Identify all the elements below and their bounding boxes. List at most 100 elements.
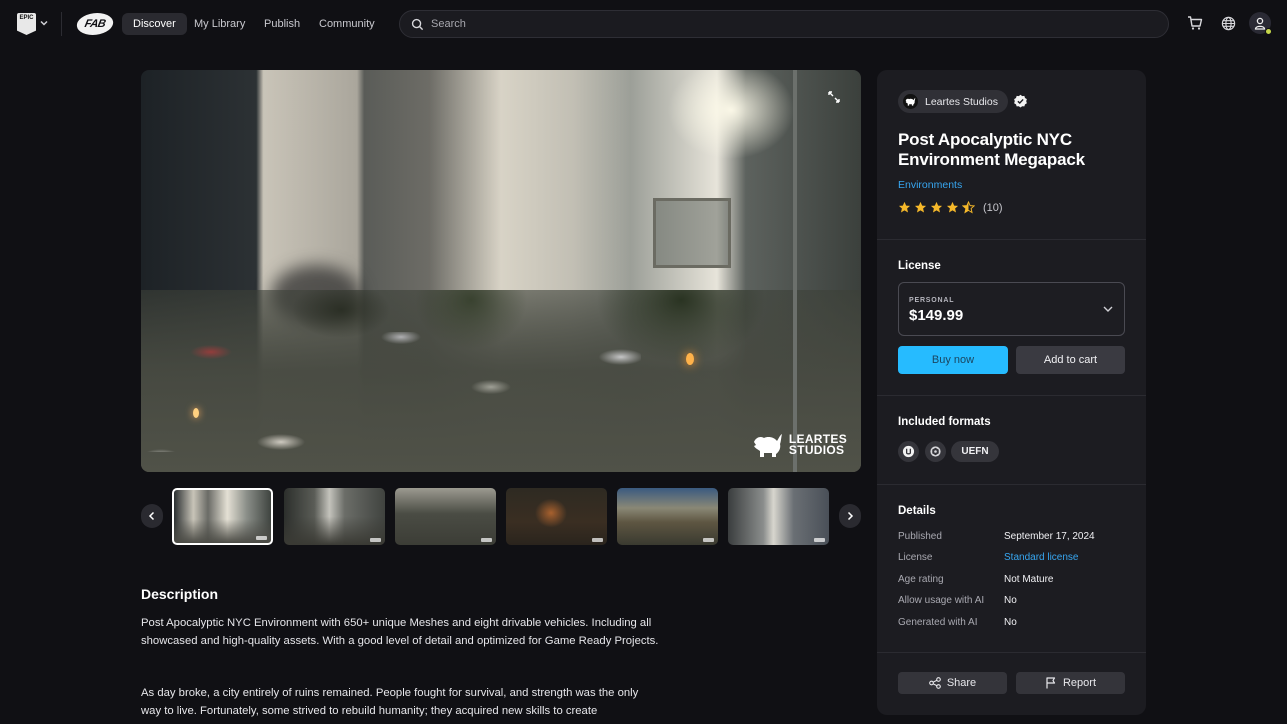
description-paragraph: Post Apocalyptic NYC Environment with 65…: [141, 617, 659, 647]
thumbnail-2[interactable]: [284, 488, 385, 545]
epic-logo-text: EPIC: [19, 15, 34, 21]
thumbnail-3[interactable]: [395, 488, 496, 545]
detail-label-age-rating: Age rating: [898, 574, 944, 585]
license-type: PERSONAL: [909, 297, 955, 304]
star-filled-icon: [946, 201, 959, 213]
nav-divider: [61, 12, 62, 36]
star-half-icon: [962, 201, 975, 214]
rating-count[interactable]: (10): [983, 202, 1003, 214]
product-side-panel: Leartes Studios Post Apocalyptic NYC Env…: [877, 70, 1146, 715]
thumbnail-watermark: [592, 538, 603, 542]
detail-value-ai-usage: No: [1004, 595, 1017, 606]
globe-icon: [1221, 16, 1235, 30]
chevron-down-icon: [1103, 306, 1113, 312]
star-rating: (10): [898, 201, 1003, 214]
thumbnail-1[interactable]: [172, 488, 273, 545]
carousel-prev-button[interactable]: [141, 504, 163, 528]
seller-name: Leartes Studios: [925, 95, 998, 108]
format-uefn[interactable]: UEFN: [951, 441, 999, 462]
nav-item-my-library[interactable]: My Library: [183, 13, 256, 35]
product-title: Post Apocalyptic NYC Environment Megapac…: [898, 130, 1085, 169]
description-heading: Description: [141, 586, 219, 602]
report-label: Report: [1062, 677, 1097, 689]
seller-link[interactable]: Leartes Studios: [898, 90, 1008, 113]
section-divider: [877, 239, 1146, 240]
category-link[interactable]: Environments: [898, 179, 962, 191]
detail-label-published: Published: [898, 531, 942, 542]
online-status-dot: [1265, 28, 1272, 35]
cart-button[interactable]: [1186, 14, 1204, 32]
search-bar[interactable]: [399, 10, 1169, 38]
thumbnail-watermark: [481, 538, 492, 542]
language-button[interactable]: [1219, 14, 1237, 32]
detail-value-published: September 17, 2024: [1004, 531, 1095, 542]
nav-item-community[interactable]: Community: [308, 13, 386, 35]
star-filled-icon: [914, 201, 927, 213]
format-unreal-engine[interactable]: [898, 441, 919, 462]
user-avatar[interactable]: [1249, 12, 1272, 35]
license-price: $149.99: [909, 307, 964, 324]
chevron-down-icon[interactable]: [39, 16, 49, 30]
lion-logo-icon: [753, 434, 782, 457]
detail-value-age-rating: Not Mature: [1004, 574, 1054, 585]
watermark-line-2: STUDIOS: [788, 443, 845, 457]
thumbnail-5[interactable]: [617, 488, 718, 545]
detail-label-license: License: [898, 552, 933, 563]
share-icon: [928, 677, 941, 689]
standard-license-link[interactable]: Standard license: [1004, 552, 1079, 563]
detail-label-generated-ai: Generated with AI: [898, 617, 978, 628]
nav-item-discover[interactable]: Discover: [122, 13, 187, 35]
thumbnail-4[interactable]: [506, 488, 607, 545]
star-filled-icon: [898, 201, 911, 213]
fab-logo-text: FAB: [83, 18, 107, 30]
buy-now-button[interactable]: Buy now: [898, 346, 1008, 374]
cart-icon: [1188, 16, 1203, 30]
included-formats-heading: Included formats: [898, 416, 991, 428]
search-icon: [411, 18, 424, 30]
thumbnail-watermark: [703, 538, 714, 542]
license-heading: License: [898, 260, 941, 272]
top-navigation-bar: EPIC FAB Discover My Library Publish Com…: [0, 0, 1287, 48]
fab-logo[interactable]: FAB: [74, 13, 116, 35]
nav-item-publish[interactable]: Publish: [253, 13, 311, 35]
carousel-next-button[interactable]: [839, 504, 861, 528]
detail-value-generated-ai: No: [1004, 617, 1017, 628]
main-gallery-image[interactable]: LEARTES STUDIOS: [141, 70, 861, 472]
unity-icon: [930, 446, 941, 457]
format-unity[interactable]: [925, 441, 946, 462]
verified-badge-icon: [1014, 94, 1027, 108]
thumbnail-carousel: [141, 488, 861, 545]
report-button[interactable]: Report: [1016, 672, 1125, 694]
section-divider: [877, 395, 1146, 396]
share-button[interactable]: Share: [898, 672, 1007, 694]
lion-logo-icon: [905, 97, 916, 106]
expand-icon[interactable]: [827, 90, 841, 104]
detail-label-ai-usage: Allow usage with AI: [898, 595, 985, 606]
image-detail: [686, 353, 694, 365]
leartes-studios-watermark: LEARTES STUDIOS: [752, 432, 847, 458]
description-paragraph: As day broke, a city entirely of ruins r…: [141, 687, 639, 717]
share-label: Share: [946, 677, 977, 689]
image-detail: [793, 70, 797, 472]
thumbnail-watermark: [370, 538, 381, 542]
image-detail: [141, 332, 641, 452]
image-detail: [193, 408, 199, 418]
search-input[interactable]: [431, 18, 1131, 30]
unreal-engine-icon: [902, 445, 915, 458]
license-dropdown[interactable]: PERSONAL $149.99: [898, 282, 1125, 336]
thumbnail-watermark: [814, 538, 825, 542]
section-divider: [877, 652, 1146, 653]
star-filled-icon: [930, 201, 943, 213]
thumbnail-6[interactable]: [728, 488, 829, 545]
epic-games-logo[interactable]: EPIC: [17, 13, 36, 35]
section-divider: [877, 484, 1146, 485]
flag-icon: [1046, 677, 1056, 689]
seller-logo: [903, 94, 918, 109]
details-heading: Details: [898, 505, 936, 517]
chevron-right-icon: [847, 511, 854, 521]
add-to-cart-button[interactable]: Add to cart: [1016, 346, 1125, 374]
user-icon: [1254, 17, 1266, 30]
image-detail: [653, 198, 731, 268]
thumbnail-watermark: [256, 536, 267, 540]
chevron-left-icon: [148, 511, 155, 521]
